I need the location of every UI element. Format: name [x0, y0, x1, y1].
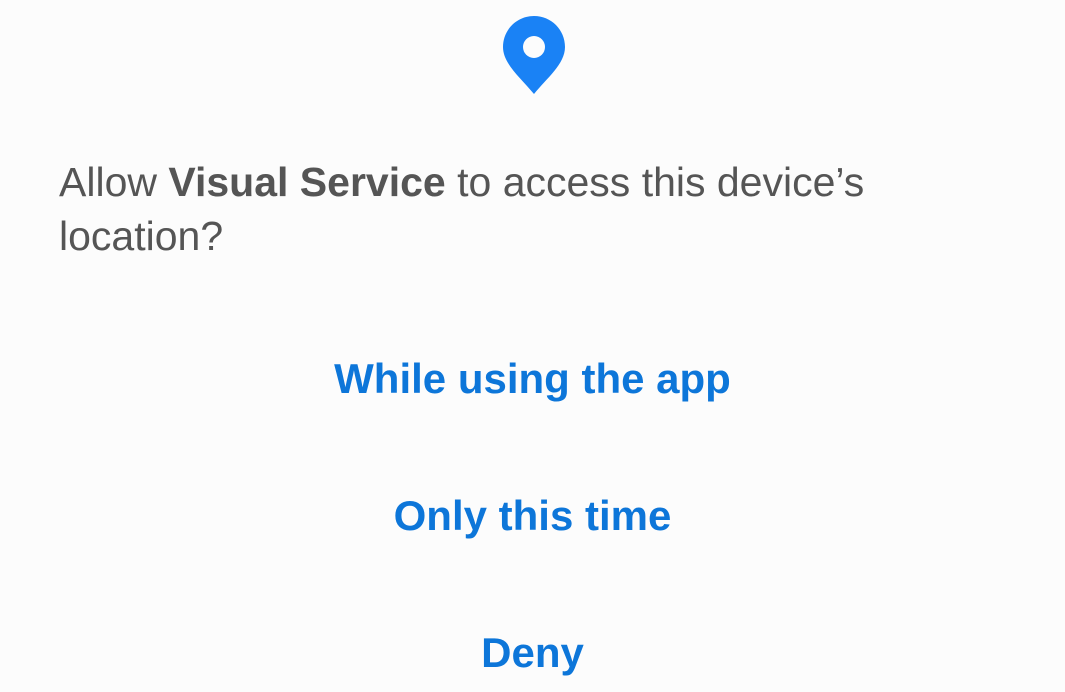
- app-name: Visual Service: [168, 159, 446, 205]
- deny-button[interactable]: Deny: [0, 603, 1065, 692]
- permission-message: Allow Visual Service to access this devi…: [59, 155, 1019, 263]
- location-pin-icon: [501, 14, 567, 96]
- only-this-time-button[interactable]: Only this time: [0, 466, 1065, 566]
- permission-dialog: Allow Visual Service to access this devi…: [0, 0, 1065, 692]
- message-prefix: Allow: [59, 159, 169, 205]
- while-using-app-button[interactable]: While using the app: [0, 329, 1065, 429]
